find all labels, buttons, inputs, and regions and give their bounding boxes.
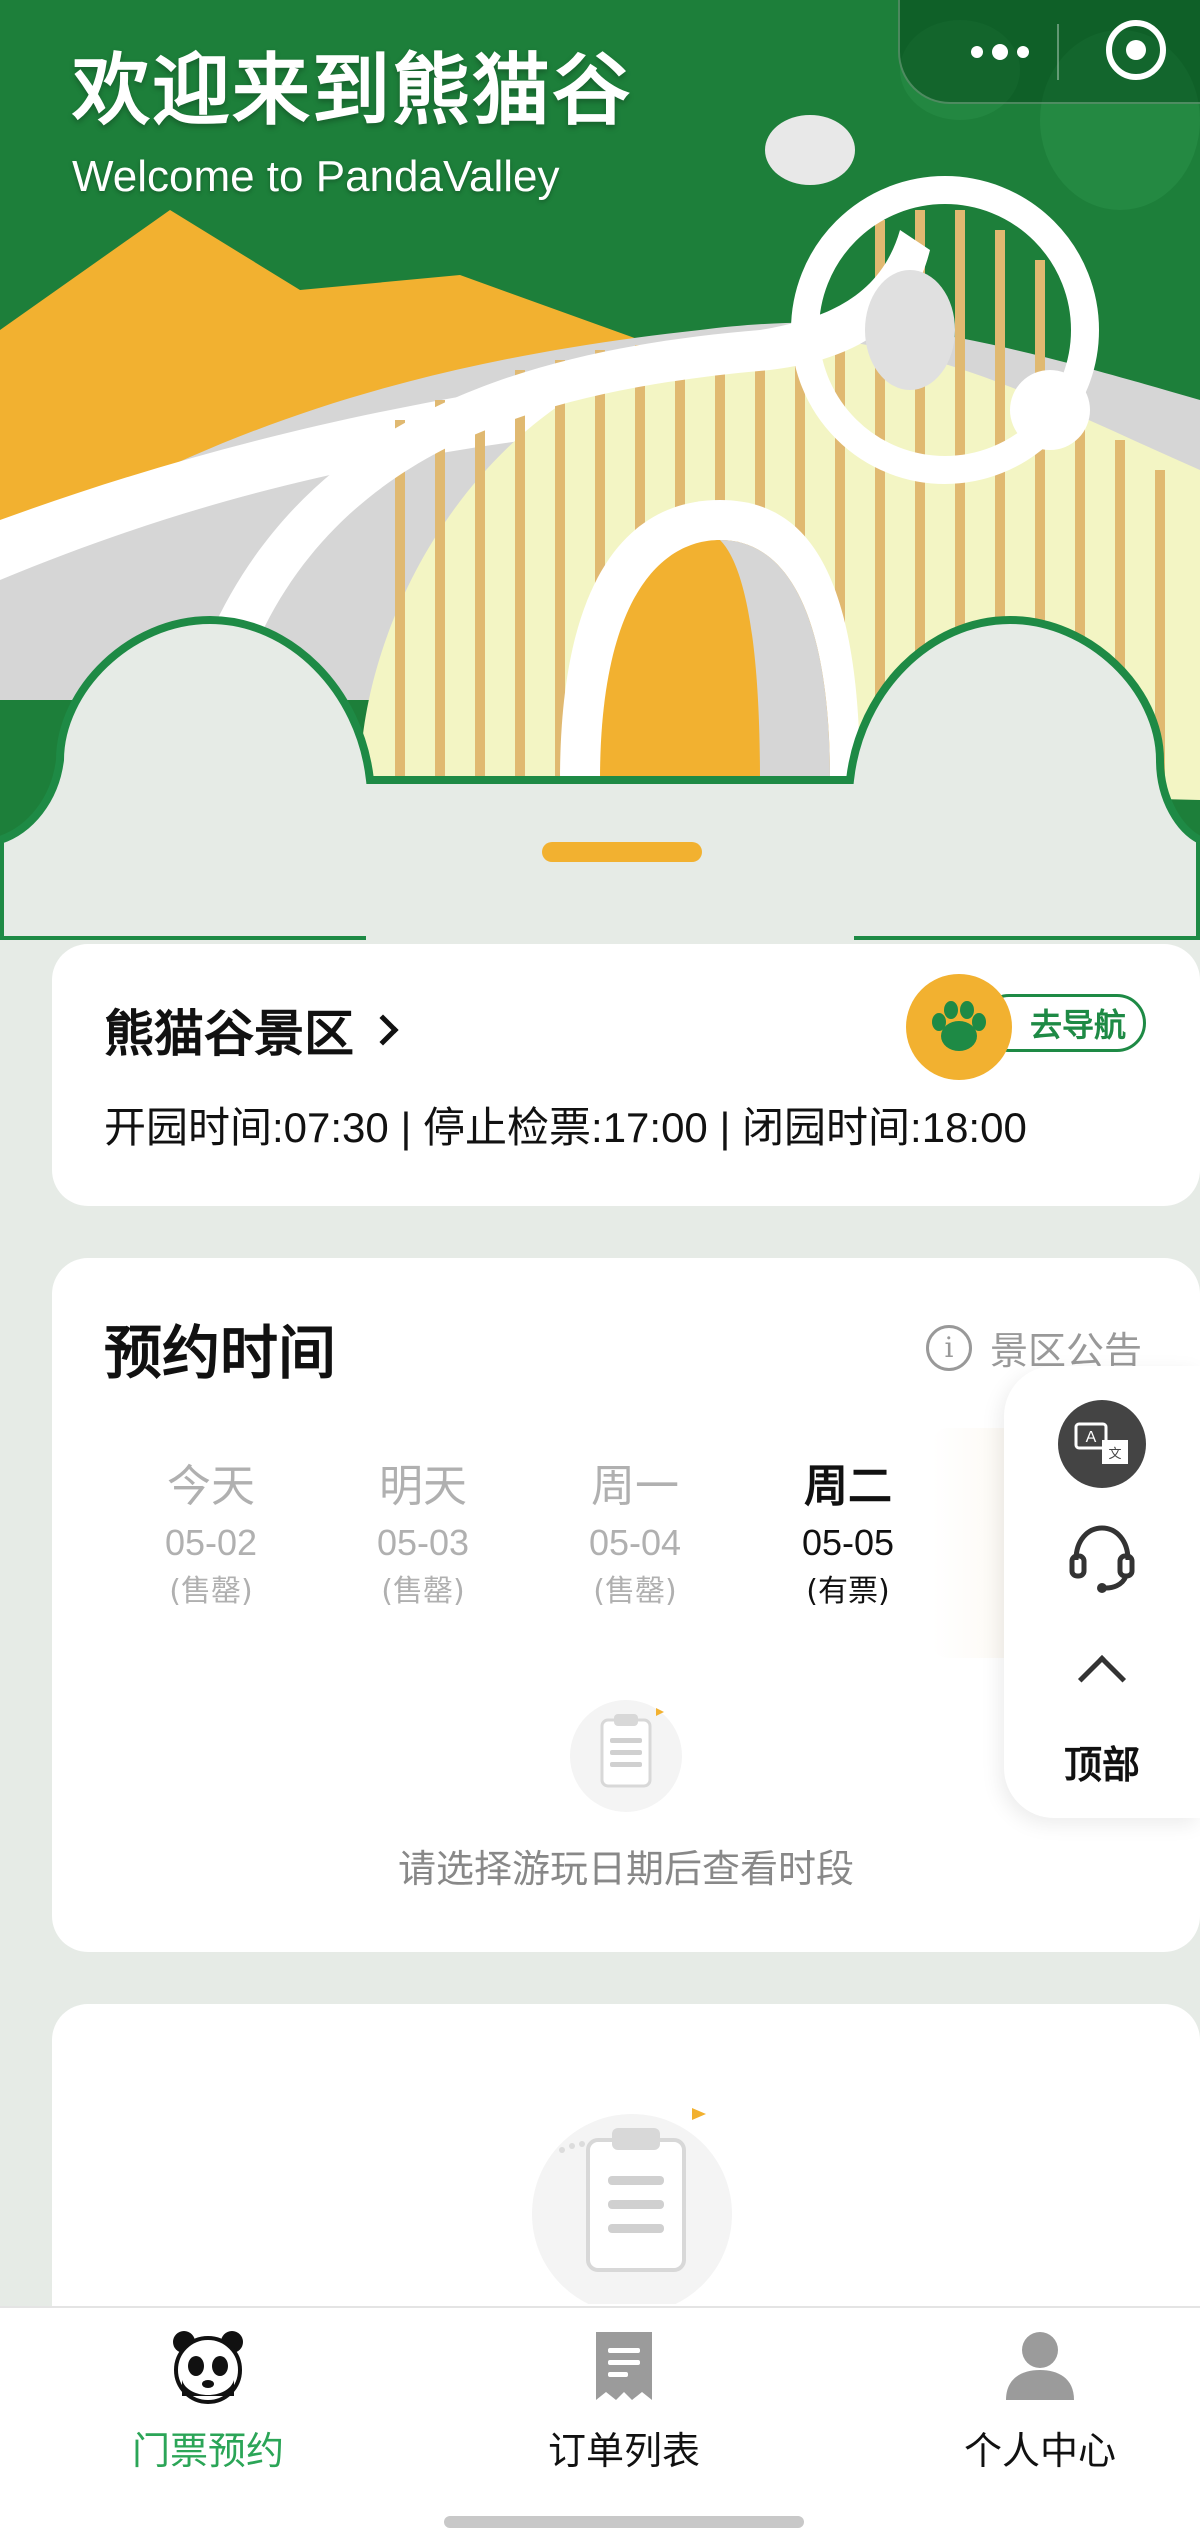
hero-illustration: [0, 0, 1200, 940]
clipboard-icon: [564, 1694, 688, 1822]
headset-icon[interactable]: [1062, 1516, 1142, 1596]
date-value: 05-04: [588, 1522, 682, 1563]
mini-program-close-icon[interactable]: [1106, 20, 1166, 80]
date-selector: 今天 05-02 (售罄) 明天 05-03 (售罄) 周一 05-04 (售罄…: [104, 1458, 1054, 1628]
more-dots-icon[interactable]: [950, 30, 1050, 74]
hero-title: 欢迎来到熊猫谷: [72, 46, 633, 136]
reservation-title: 预约时间: [104, 1319, 337, 1387]
panda-icon: [168, 2326, 248, 2406]
banner-indicator: [542, 842, 702, 862]
date-option[interactable]: 明天 05-03 (售罄): [316, 1458, 530, 1614]
chevron-up-icon: [1077, 1654, 1127, 1704]
date-day: 明天: [379, 1461, 467, 1512]
tab-label: 个人中心: [963, 2429, 1116, 2473]
scenic-name: 熊猫谷景区: [104, 1005, 354, 1063]
date-day: 周一: [591, 1461, 679, 1512]
hero-subtitle: Welcome to PandaValley: [72, 152, 560, 201]
scenic-name-link[interactable]: 熊猫谷景区: [104, 994, 399, 1066]
date-day: 周二: [804, 1461, 892, 1512]
scenic-info-card: 熊猫谷景区 开园时间:07:30 | 停止检票:17:00 | 闭园时间:18:…: [52, 944, 1200, 1206]
date-status: (售罄): [593, 1574, 677, 1609]
tab-label: 订单列表: [547, 2429, 700, 2473]
paw-icon: [906, 974, 1012, 1080]
date-option[interactable]: 周一 05-04 (售罄): [528, 1458, 742, 1614]
opening-hours: 开园时间:07:30 | 停止检票:17:00 | 闭园时间:18:00: [104, 1104, 1027, 1151]
date-status: (售罄): [381, 1574, 465, 1609]
tab-ticket-booking[interactable]: 门票预约: [8, 2326, 408, 2475]
svg-text:文: 文: [1108, 1447, 1121, 1462]
tab-profile[interactable]: 个人中心: [840, 2326, 1200, 2475]
navigate-button[interactable]: 去导航: [906, 974, 1146, 1080]
chevron-right-icon: [367, 1014, 399, 1046]
receipt-icon: [584, 2326, 664, 2406]
info-icon: i: [926, 1324, 972, 1371]
empty-state-text: 请选择游玩日期后查看时段: [397, 1847, 854, 1891]
date-value: 05-05: [801, 1522, 895, 1563]
bottom-tab-bar: 门票预约 订单列表 个人中心: [0, 2306, 1200, 2531]
floating-side-menu: A 文 顶部: [1004, 1366, 1200, 1818]
date-status: (售罄): [169, 1574, 253, 1609]
translate-icon[interactable]: A 文: [1058, 1400, 1146, 1488]
tab-order-list[interactable]: 订单列表: [424, 2326, 824, 2475]
back-to-top-button[interactable]: 顶部: [1042, 1648, 1162, 1798]
date-value: 05-03: [376, 1522, 470, 1563]
clipboard-icon: [512, 2104, 752, 2314]
date-option[interactable]: 周二 05-05 (有票): [741, 1458, 955, 1614]
back-to-top-label: 顶部: [1063, 1743, 1140, 1787]
date-day: 今天: [167, 1461, 255, 1512]
date-status: (有票): [806, 1574, 890, 1609]
capsule-divider: [1057, 24, 1059, 80]
user-icon: [1000, 2326, 1080, 2406]
hero-banner: 欢迎来到熊猫谷 Welcome to PandaValley: [0, 0, 1200, 940]
svg-text:A: A: [1086, 1429, 1097, 1446]
tab-label: 门票预约: [131, 2429, 284, 2473]
home-indicator: [444, 2516, 804, 2528]
date-value: 05-02: [164, 1522, 258, 1563]
date-option[interactable]: 今天 05-02 (售罄): [104, 1458, 318, 1614]
mini-program-capsule: [898, 0, 1200, 104]
